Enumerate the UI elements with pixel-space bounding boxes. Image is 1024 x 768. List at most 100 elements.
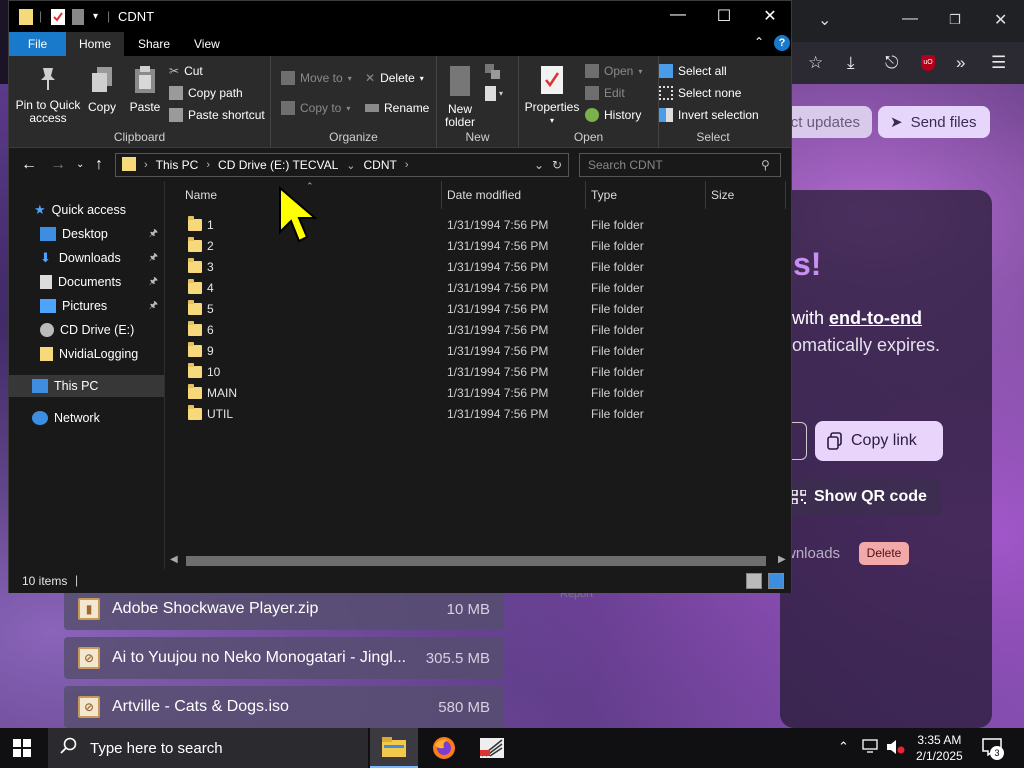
invert-selection-button[interactable]: Invert selection	[659, 108, 759, 122]
select-all-button[interactable]: Select all	[659, 64, 727, 78]
file-row[interactable]: 6 1/31/1994 7:56 PM File folder	[166, 319, 791, 340]
nav-nvidia-logging[interactable]: NvidiaLogging	[9, 343, 164, 365]
nav-pictures[interactable]: Pictures 🖈	[9, 295, 164, 317]
properties-qa-icon[interactable]	[51, 9, 65, 28]
customize-qa-chevron-icon[interactable]: ▾	[93, 11, 98, 22]
browser-close-button[interactable]: ✕	[994, 10, 1007, 30]
history-button[interactable]: History	[585, 108, 641, 122]
delete-button[interactable]: ✕ Delete ▾	[365, 71, 424, 85]
edit-button[interactable]: Edit	[585, 86, 625, 100]
desktop-icon	[40, 227, 56, 241]
column-header-type[interactable]: Type	[586, 181, 706, 209]
browser-minimize-button[interactable]: —	[902, 10, 918, 28]
scroll-right-arrow-icon[interactable]: ▶	[778, 554, 786, 565]
file-row[interactable]: 9 1/31/1994 7:56 PM File folder	[166, 340, 791, 361]
file-row[interactable]: 2 1/31/1994 7:56 PM File folder	[166, 235, 791, 256]
volume-muted-icon[interactable]	[886, 739, 906, 758]
bookmark-star-icon[interactable]: ☆	[808, 53, 823, 73]
recent-locations-chevron-icon[interactable]: ⌄	[76, 159, 84, 170]
copy-path-button[interactable]: Copy path	[169, 86, 243, 100]
network-status-icon[interactable]	[862, 739, 880, 756]
help-icon[interactable]: ?	[774, 35, 790, 51]
send-files-button[interactable]: ➤ Send files	[878, 106, 990, 138]
windows-start-icon[interactable]	[13, 739, 31, 760]
file-row[interactable]: 5 1/31/1994 7:56 PM File folder	[166, 298, 791, 319]
details-view-icon[interactable]	[746, 573, 762, 589]
show-qr-button[interactable]: Show QR code	[780, 478, 942, 516]
horizontal-scrollbar[interactable]: ◀ ▶	[166, 553, 791, 569]
extensions-puzzle-icon[interactable]: ⎋	[885, 53, 898, 73]
nav-desktop[interactable]: Desktop 🖈	[9, 223, 164, 245]
nav-quick-access[interactable]: ★ Quick access	[9, 199, 164, 221]
shared-file-item[interactable]: ⊘ Artville - Cats & Dogs.iso 580 MB	[64, 686, 504, 728]
shared-file-item[interactable]: ⊘ Ai to Yuujou no Neko Monogatari - Jing…	[64, 637, 504, 679]
tab-view[interactable]: View	[181, 32, 233, 56]
search-icon	[60, 737, 78, 759]
new-folder-qa-icon[interactable]	[72, 9, 84, 28]
pin-quick-access-button[interactable]: Pin to Quick access	[15, 66, 81, 125]
rename-button[interactable]: Rename	[365, 101, 429, 115]
nav-documents[interactable]: Documents 🖈	[9, 271, 164, 293]
nav-network[interactable]: Network	[9, 407, 164, 429]
back-arrow-icon[interactable]: ←	[21, 156, 37, 174]
easy-access-icon[interactable]: ▾	[485, 86, 505, 105]
maximize-button[interactable]: ☐	[701, 6, 747, 26]
column-header-date[interactable]: Date modified	[442, 181, 586, 209]
cut-button[interactable]: ✂ Cut	[169, 64, 203, 78]
taskbar-file-explorer[interactable]	[370, 728, 418, 768]
file-row[interactable]: UTIL 1/31/1994 7:56 PM File folder	[166, 403, 791, 424]
taskbar-disc-app[interactable]	[468, 728, 516, 768]
scrollbar-thumb[interactable]	[186, 556, 766, 566]
file-row[interactable]: 10 1/31/1994 7:56 PM File folder	[166, 361, 791, 382]
copy-link-button[interactable]: Copy link	[815, 421, 943, 461]
address-bar[interactable]: › This PC › CD Drive (E:) TECVAL ⌄ CDNT …	[115, 153, 569, 177]
scroll-left-arrow-icon[interactable]: ◀	[170, 554, 178, 565]
browser-restore-button[interactable]: ❐	[949, 12, 961, 28]
show-hidden-icons-chevron-icon[interactable]: ⌃	[838, 739, 849, 755]
tab-list-chevron-icon[interactable]: ⌄	[818, 10, 831, 30]
nav-this-pc[interactable]: This PC	[9, 375, 164, 397]
copy-to-button[interactable]: Copy to ▾	[281, 101, 350, 115]
paste-button[interactable]: Paste	[127, 66, 163, 114]
file-row[interactable]: 4 1/31/1994 7:56 PM File folder	[166, 277, 791, 298]
move-to-button[interactable]: Move to ▾	[281, 71, 352, 85]
close-button[interactable]: ✕	[747, 6, 793, 26]
new-item-icon[interactable]	[485, 64, 501, 83]
breadcrumb-this-pc[interactable]: This PC	[156, 158, 199, 172]
select-none-button[interactable]: Select none	[659, 86, 741, 100]
tab-file[interactable]: File	[9, 32, 66, 56]
nav-downloads[interactable]: ⬇ Downloads 🖈	[9, 247, 164, 269]
address-history-chevron-icon[interactable]: ⌄	[534, 158, 544, 172]
menu-hamburger-icon[interactable]: ☰	[991, 53, 1006, 73]
taskbar-search-box[interactable]: Type here to search	[48, 728, 368, 768]
column-header-size[interactable]: Size	[706, 181, 786, 209]
properties-button[interactable]: Properties ▾	[523, 66, 581, 127]
file-row[interactable]: 3 1/31/1994 7:56 PM File folder	[166, 256, 791, 277]
large-icons-view-icon[interactable]	[768, 573, 784, 589]
tab-share[interactable]: Share	[125, 32, 183, 56]
open-button[interactable]: Open ▾	[585, 64, 642, 78]
shared-file-item[interactable]: ▮ Adobe Shockwave Player.zip 10 MB	[64, 588, 504, 630]
tab-home[interactable]: Home	[66, 32, 125, 56]
downloads-arrow-icon[interactable]: ⤓	[847, 53, 855, 73]
end-to-end-link[interactable]: end-to-end	[829, 308, 922, 328]
copy-button[interactable]: Copy	[85, 66, 119, 114]
up-arrow-icon[interactable]: ↑	[95, 156, 103, 174]
more-tools-chevron-icon[interactable]: »	[956, 53, 965, 73]
system-clock[interactable]: 3:35 AM 2/1/2025	[916, 732, 963, 764]
delete-button[interactable]: Delete	[859, 542, 909, 565]
taskbar-firefox[interactable]	[420, 728, 468, 768]
nav-cd-drive[interactable]: CD Drive (E:)	[9, 319, 164, 341]
new-folder-button[interactable]: New folder	[443, 66, 477, 129]
file-row[interactable]: 1 1/31/1994 7:56 PM File folder	[166, 214, 791, 235]
breadcrumb-cd-drive[interactable]: CD Drive (E:) TECVAL	[218, 158, 338, 172]
ublock-extension-icon[interactable]: uO	[921, 55, 935, 71]
breadcrumb-cdnt[interactable]: CDNT	[364, 158, 397, 172]
search-input[interactable]: Search CDNT	[579, 153, 781, 177]
paste-shortcut-button[interactable]: Paste shortcut	[169, 108, 265, 122]
forward-arrow-icon[interactable]: →	[50, 156, 66, 174]
minimize-button[interactable]: —	[655, 6, 701, 24]
collapse-ribbon-chevron-icon[interactable]: ⌃	[754, 35, 764, 49]
file-row[interactable]: MAIN 1/31/1994 7:56 PM File folder	[166, 382, 791, 403]
refresh-icon[interactable]: ↻	[552, 158, 562, 172]
